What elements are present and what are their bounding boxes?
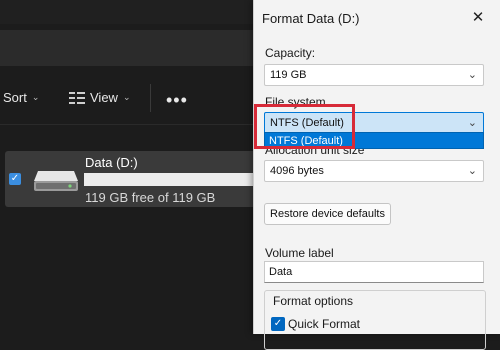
format-dialog: Format Data (D:) ✕ Capacity: 119 GB ⌄ Fi…: [253, 0, 500, 350]
drive-usage-bar: [84, 173, 260, 186]
allocation-unit-select[interactable]: 4096 bytes ⌄: [264, 160, 484, 182]
more-options-button[interactable]: •••: [166, 90, 188, 111]
view-label: View: [90, 90, 118, 105]
view-button[interactable]: View ⌄: [69, 90, 131, 105]
volume-label-heading: Volume label: [265, 246, 334, 260]
dialog-title: Format Data (D:): [262, 11, 360, 26]
capacity-label: Capacity:: [265, 46, 316, 60]
hard-drive-icon: [34, 171, 78, 191]
drive-free-space: 119 GB free of 119 GB: [85, 190, 216, 205]
chevron-down-icon: ⌄: [122, 92, 131, 102]
checkmark-icon[interactable]: ✓: [9, 173, 21, 185]
chevron-down-icon: ⌄: [467, 117, 477, 129]
restore-defaults-button[interactable]: Restore device defaults: [264, 203, 391, 225]
sort-label: Sort: [3, 90, 27, 105]
capacity-select[interactable]: 119 GB ⌄: [264, 64, 484, 86]
volume-label-input[interactable]: Data: [264, 261, 484, 283]
chevron-down-icon: ⌄: [467, 165, 477, 177]
highlight-annotation-box: [254, 104, 355, 149]
quick-format-checkbox[interactable]: ✓: [271, 317, 285, 331]
drive-tile[interactable]: ✓ Data (D:) 119 GB free of 119 GB: [5, 151, 260, 207]
capacity-value: 119 GB: [270, 69, 307, 81]
quick-format-label[interactable]: Quick Format: [288, 317, 360, 331]
drive-name: Data (D:): [85, 155, 138, 170]
chevron-down-icon: ⌄: [31, 92, 40, 102]
allocation-unit-value: 4096 bytes: [270, 165, 324, 177]
view-lines-icon: [69, 91, 85, 104]
volume-label-value: Data: [269, 266, 293, 278]
format-options-label: Format options: [271, 294, 356, 308]
toolbar-divider: [150, 84, 151, 112]
sort-button[interactable]: Sort ⌄: [3, 90, 39, 105]
chevron-down-icon: ⌄: [467, 69, 477, 81]
close-icon[interactable]: ✕: [468, 8, 488, 28]
